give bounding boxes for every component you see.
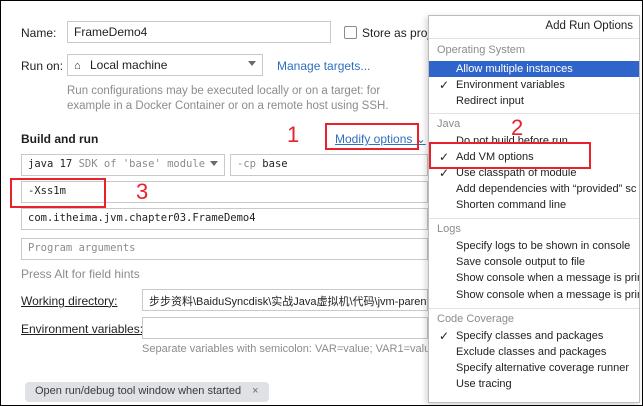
working-directory-input[interactable]: 步步资料\BaiduSyncdisk\实战Java虚拟机\代码\jvm-pare… — [142, 289, 428, 311]
run-on-hint-line2: example in a Docker Container or on a re… — [67, 100, 389, 112]
environment-variables-input[interactable] — [142, 317, 428, 339]
check-icon: ✓ — [439, 329, 450, 343]
menu-divider — [429, 308, 639, 309]
open-tool-window-chip[interactable]: Open run/debug tool window when started … — [25, 382, 269, 402]
section-java: Java — [437, 118, 461, 130]
close-icon[interactable]: × — [252, 385, 258, 397]
annotation-box-vm-options — [10, 178, 106, 208]
run-on-label: Run on: — [21, 59, 64, 73]
section-code-coverage: Code Coverage — [437, 313, 515, 325]
run-on-hint-line1: Run configurations may be executed local… — [67, 85, 381, 97]
annotation-box-modify-options — [325, 123, 419, 150]
menu-item-add-dependencies[interactable]: Add dependencies with “provided” sc — [429, 181, 639, 197]
run-config-dialog: Name: FrameDemo4 Store as proje Run on: … — [0, 0, 643, 406]
name-input[interactable]: FrameDemo4 — [67, 21, 331, 43]
menu-item-show-console-stderr[interactable]: Show console when a message is prin — [429, 287, 639, 303]
store-as-project-label: Store as proje — [362, 26, 437, 40]
menu-item-save-console-output[interactable]: Save console output to file — [429, 254, 639, 270]
menu-item-specify-classes[interactable]: ✓ Specify classes and packages — [429, 328, 639, 344]
menu-item-environment-variables[interactable]: ✓ Environment variables — [429, 77, 639, 93]
menu-divider — [429, 38, 639, 39]
menu-item-show-console-stdout[interactable]: Show console when a message is prin — [429, 270, 639, 286]
add-run-options-menu: Add Run Options Operating System Allow m… — [428, 15, 640, 403]
check-icon: ✓ — [439, 78, 450, 92]
annotation-number-2: 2 — [511, 115, 524, 140]
press-alt-hint: Press Alt for field hints — [21, 267, 140, 281]
menu-title: Add Run Options — [545, 20, 633, 32]
menu-item-specify-logs[interactable]: Specify logs to be shown in console — [429, 238, 639, 254]
menu-item-alternative-coverage-runner[interactable]: Specify alternative coverage runner — [429, 360, 639, 376]
annotation-box-add-vm-options — [429, 142, 591, 169]
cp-flag: -cp — [237, 158, 256, 170]
menu-item-use-tracing[interactable]: Use tracing — [429, 376, 639, 392]
env-vars-hint: Separate variables with semicolon: VAR=v… — [142, 343, 437, 355]
open-tool-window-label: Open run/debug tool window when started — [35, 385, 242, 397]
main-class-input[interactable]: com.itheima.jvm.chapter03.FrameDemo4 — [21, 208, 428, 230]
working-directory-label: Working directory: — [21, 294, 118, 308]
menu-item-exclude-classes[interactable]: Exclude classes and packages — [429, 344, 639, 360]
sdk-select[interactable]: java 17 SDK of 'base' module — [21, 154, 225, 176]
build-and-run-heading: Build and run — [21, 132, 99, 146]
menu-divider — [429, 113, 639, 114]
annotation-number-3: 3 — [136, 179, 149, 204]
run-on-select[interactable]: ⌂ Local machine — [67, 54, 263, 76]
section-logs: Logs — [437, 223, 461, 235]
menu-item-shorten-command-line[interactable]: Shorten command line — [429, 197, 639, 213]
store-as-project-checkbox[interactable] — [344, 26, 357, 39]
menu-item-redirect-input[interactable]: Redirect input — [429, 93, 639, 109]
run-on-value: Local machine — [90, 58, 168, 72]
manage-targets-link[interactable]: Manage targets... — [277, 59, 370, 73]
sdk-description: SDK of 'base' module — [78, 158, 206, 170]
menu-divider — [429, 218, 639, 219]
chevron-down-icon — [248, 61, 256, 66]
home-icon: ⌂ — [74, 60, 81, 72]
classpath-module-select[interactable]: -cp base — [230, 154, 428, 176]
cp-value: base — [262, 158, 288, 170]
section-operating-system: Operating System — [437, 44, 526, 56]
program-arguments-input[interactable]: Program arguments — [21, 238, 428, 260]
annotation-number-1: 1 — [287, 122, 300, 147]
menu-item-allow-multiple-instances[interactable]: Allow multiple instances — [429, 61, 639, 77]
sdk-version: java 17 — [28, 158, 73, 170]
chevron-down-icon — [210, 161, 218, 166]
name-label: Name: — [21, 26, 57, 40]
environment-variables-label: Environment variables: — [21, 322, 144, 336]
